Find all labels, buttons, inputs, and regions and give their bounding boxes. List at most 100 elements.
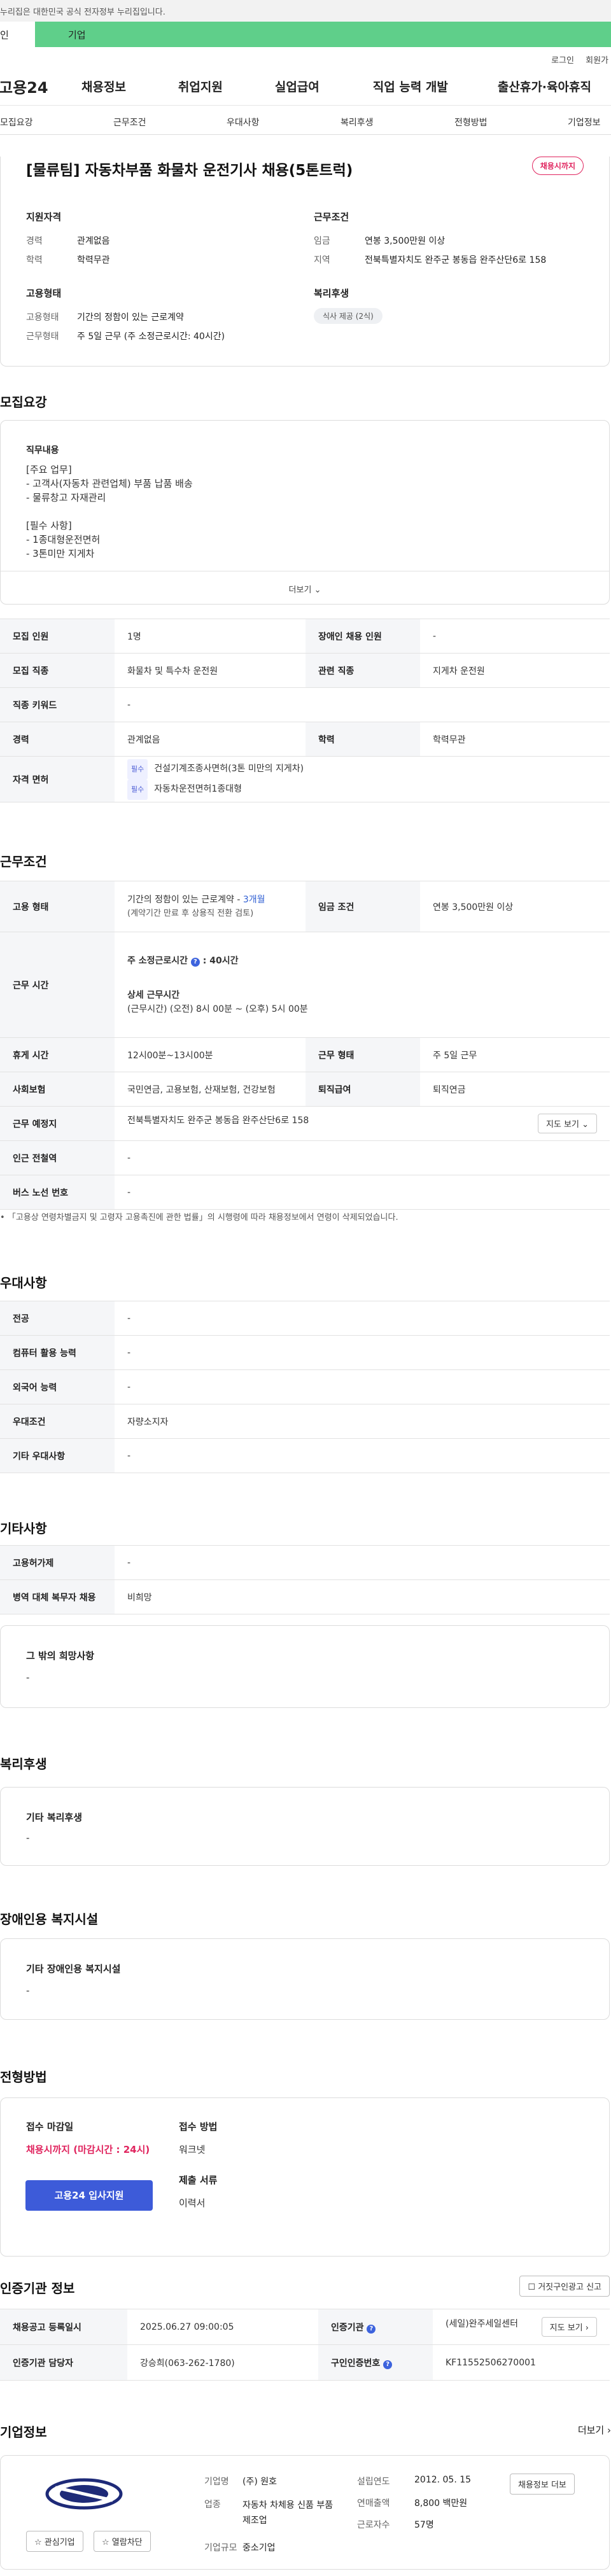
employment-type-label: 고용 형태 <box>0 881 115 932</box>
conditions-table: 고용 형태 기간의 정함이 있는 근로계약 - 3개월 (계약기간 만료 후 상… <box>0 881 610 1210</box>
detail-hours-label: 상세 근무시간 <box>127 990 180 1000</box>
break-time-label: 휴게 시간 <box>0 1037 115 1072</box>
tab-corporate[interactable]: 기업 <box>35 22 611 47</box>
bus-label: 버스 노선 번호 <box>0 1175 115 1210</box>
company-jobs-button[interactable]: 채용정보 더보 <box>510 2474 575 2495</box>
license-label: 자격 면허 <box>0 756 115 802</box>
chevron-right-icon: › <box>607 2425 611 2436</box>
table-row: 인증기관 담당자 강승희(063-262-1780) 구인인증번호 ? KF11… <box>0 2344 610 2381</box>
map-view-button[interactable]: 지도 보기 ⌄ <box>537 1114 597 1133</box>
license-name: 건설기계조종사면허(3톤 미만의 지게차) <box>154 763 304 774</box>
other-wishes-card: 그 밖의 희망사항 - <box>0 1625 610 1708</box>
table-row: 근무 예정지 전북특별자치도 완주군 봉동읍 완주산단6로 158 지도 보기 … <box>0 1106 610 1141</box>
wage-label: 임금 조건 <box>306 881 420 932</box>
subnav-selection[interactable]: 전형방법 <box>454 116 488 129</box>
agency-label: 인증기관 ? <box>318 2309 433 2345</box>
education-label: 학력 <box>306 722 420 757</box>
wage-value: 연봉 3,500만원 이상 <box>420 881 610 932</box>
nav-parental-leave[interactable]: 출산휴가·육아휴직 <box>498 78 591 95</box>
section-disabled-title: 장애인용 복지시설 <box>0 1912 99 1927</box>
utility-links: 로그인 회원가 <box>0 47 611 67</box>
map-view-label: 지도 보기 <box>545 1120 579 1130</box>
employment-type-value: 기간의 정함이 있는 근로계약 <box>77 312 184 323</box>
etc-table: 고용허가제 - 병역 대체 복무자 채용 비희망 <box>0 1545 610 1614</box>
certification-number-label-text: 구인인증번호 <box>331 2358 381 2369</box>
workplace-label: 근무 예정지 <box>0 1106 115 1141</box>
block-company-button[interactable]: ☆ 열람차단 <box>94 2531 151 2552</box>
table-row: 휴게 시간 12시00분~13시00분 근무 형태 주 5일 근무 <box>0 1037 610 1072</box>
subnav-company[interactable]: 기업정보 <box>568 116 601 129</box>
agency-label-text: 인증기관 <box>331 2322 364 2333</box>
certification-number-label: 구인인증번호 ? <box>318 2344 433 2381</box>
table-row: 전공 - <box>0 1301 610 1336</box>
job-category-value: 화물차 및 특수차 운전원 <box>115 653 306 688</box>
major-label: 전공 <box>0 1301 115 1336</box>
bus-value: - <box>115 1175 610 1210</box>
section-welfare-title: 복리후생 <box>0 1756 47 1772</box>
break-time-value: 12시00분~13시00분 <box>115 1037 306 1072</box>
nav-employment-support[interactable]: 취업지원 <box>178 78 223 95</box>
age-notice-text: 「고용상 연령차별금지 및 고령자 고용촉진에 관한 법률」의 시행령에 따라 … <box>7 1213 398 1222</box>
duty-heading: 직무내용 <box>26 445 59 456</box>
join-link[interactable]: 회원가 <box>586 56 608 66</box>
detail-hours-value: (근무시간) (오전) 8시 00분 ~ (오후) 5시 00분 <box>127 1004 308 1014</box>
welfare-value: - <box>26 1832 30 1844</box>
preference-table: 전공 - 컴퓨터 활용 능력 - 외국어 능력 - 우대조건 자량소지자 기타 … <box>0 1301 610 1473</box>
table-row: 컴퓨터 활용 능력 - <box>0 1335 610 1370</box>
subnav-conditions[interactable]: 근무조건 <box>113 116 146 129</box>
subnav-welfare[interactable]: 복리후생 <box>341 116 374 129</box>
employment-permit-label: 고용허가제 <box>0 1545 115 1580</box>
job-keyword-label: 직종 키워드 <box>0 687 115 722</box>
language-label: 외국어 능력 <box>0 1369 115 1404</box>
info-icon[interactable]: ? <box>367 2324 376 2334</box>
table-row: 버스 노선 번호 - <box>0 1175 610 1210</box>
site-logo[interactable]: 고용24 <box>0 75 81 97</box>
weekly-hours: 주 소정근로시간 ? : 40시간 <box>127 954 597 968</box>
selection-card: 접수 마감일 채용시까지 (마감시간 : 24시) 접수 방법 워크넷 제출 서… <box>0 2097 610 2257</box>
table-row: 채용공고 등록일시 2025.06.27 09:00:05 인증기관 ? (세일… <box>0 2309 610 2345</box>
nav-unemployment-benefit[interactable]: 실업급여 <box>275 78 320 95</box>
tab-person[interactable]: 인 <box>0 22 35 47</box>
age-notice: • 「고용상 연령차별금지 및 고령자 고용촉진에 관한 법률」의 시행령에 따… <box>0 1213 398 1222</box>
job-keyword-value: - <box>115 687 610 722</box>
military-service-label: 병역 대체 복무자 채용 <box>0 1579 115 1614</box>
info-icon[interactable]: ? <box>383 2360 393 2369</box>
nav-job-training[interactable]: 직업 능력 개발 <box>373 78 448 95</box>
certification-number-value: KF11552506270001 <box>433 2344 610 2381</box>
table-row: 모집 직종 화물차 및 특수차 운전원 관련 직종 지게차 운전원 <box>0 653 610 688</box>
preference-condition-label: 우대조건 <box>0 1404 115 1439</box>
job-summary-card: [물류팀] 자동차부품 화물차 운전기사 채용(5톤트럭) 채용시까지 지원자격… <box>0 157 610 367</box>
section-recruit-title: 모집요강 <box>0 395 47 410</box>
education-label: 학력 <box>26 255 43 265</box>
founded-value: 2012. 05. 15 <box>414 2475 472 2485</box>
insurance-value: 국민연금, 고용보험, 산재보험, 건강보험 <box>115 1072 306 1107</box>
preference-condition-value: 자량소지자 <box>115 1404 610 1439</box>
agency-map-button[interactable]: 지도 보기 › <box>541 2317 597 2337</box>
table-row: 자격 면허 필수 건설기계조종사면허(3톤 미만의 지게차) 필수 자동차운전면허1… <box>0 756 610 802</box>
report-fake-ad-button[interactable]: ☐ 거짓구인광고 신고 <box>519 2276 610 2297</box>
nav-jobs[interactable]: 채용정보 <box>81 78 126 95</box>
apply-button[interactable]: 고용24 입사지원 <box>25 2180 153 2211</box>
table-row: 인근 전철역 - <box>0 1140 610 1175</box>
subnav-recruit[interactable]: 모집요강 <box>0 116 33 129</box>
info-icon[interactable]: ? <box>190 957 200 967</box>
disabled-facility-heading: 기타 장애인용 복지시설 <box>26 1963 121 1975</box>
job-title: [물류팀] 자동차부품 화물차 운전기사 채용(5톤트럭) <box>26 162 353 179</box>
duty-more-button[interactable]: 더보기 ⌄ <box>1 571 609 604</box>
employment-heading: 고용형태 <box>26 288 62 299</box>
deadline-heading: 접수 마감일 <box>26 2121 74 2132</box>
work-type-label: 근무형태 <box>26 332 59 342</box>
company-more-link[interactable]: 더보기 › <box>578 2423 611 2437</box>
computer-skill-label: 컴퓨터 활용 능력 <box>0 1335 115 1370</box>
subnav-preference[interactable]: 우대사항 <box>227 116 260 129</box>
agency-manager-label: 인증기관 담당자 <box>0 2344 127 2381</box>
gov-notice: 누리집은 대한민국 공식 전자정부 누리집입니다. <box>0 8 165 17</box>
favorite-company-button[interactable]: ☆ 관심기업 <box>26 2531 83 2552</box>
education-value: 학력무관 <box>77 255 110 265</box>
chevron-down-icon: ⌄ <box>314 585 321 595</box>
wage-label: 임금 <box>314 236 330 246</box>
section-conditions-title: 근무조건 <box>0 854 47 869</box>
report-icon: ☐ <box>528 2283 536 2292</box>
subway-label: 인근 전철역 <box>0 1140 115 1175</box>
login-link[interactable]: 로그인 <box>551 56 574 66</box>
